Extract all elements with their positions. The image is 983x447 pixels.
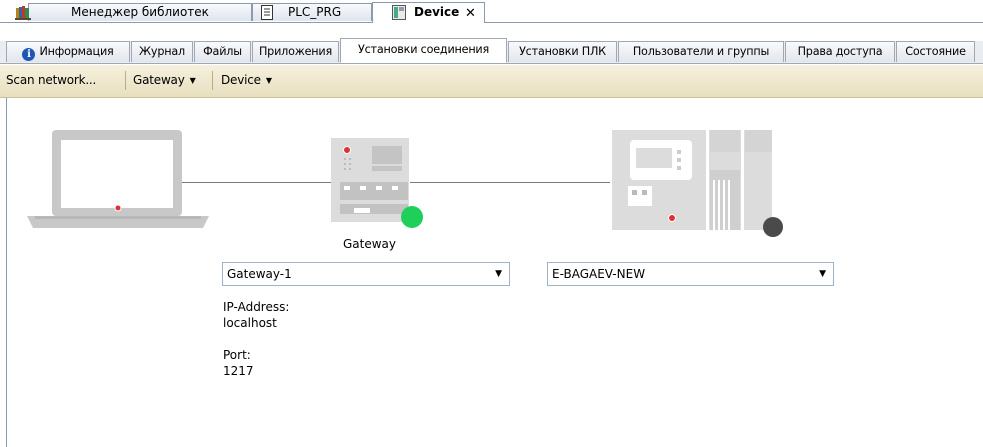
tab-label: Установки соединения: [357, 43, 490, 56]
tab-files[interactable]: Файлы: [194, 41, 251, 62]
tab-label: Состояние: [905, 45, 966, 58]
close-icon[interactable]: ✕: [465, 5, 476, 22]
computer-icon: [27, 130, 209, 228]
device-menu-button[interactable]: Device ▼: [221, 73, 272, 87]
tab-applications[interactable]: Приложения: [252, 41, 339, 62]
doc-tab-plc-prg[interactable]: PLC_PRG: [252, 3, 372, 21]
device-icon: [392, 5, 406, 20]
toolbar-separator: [125, 71, 126, 90]
info-icon: i: [22, 48, 36, 61]
gateway-menu-label: Gateway: [133, 73, 185, 87]
tab-label: Файлы: [203, 45, 242, 58]
tab-log[interactable]: Журнал: [131, 41, 193, 62]
doc-tab-label: PLC_PRG: [288, 5, 342, 19]
tab-plc-settings[interactable]: Установки ПЛК: [508, 41, 617, 62]
gateway-select-value: Gateway-1: [227, 267, 292, 281]
library-icon: [15, 6, 31, 20]
document-icon: [261, 5, 273, 20]
plc-device-icon: [612, 130, 783, 237]
tab-access-rights[interactable]: Права доступа: [785, 41, 895, 62]
doc-tab-label: Менеджер библиотек: [71, 5, 209, 19]
gateway-title: Gateway: [343, 237, 397, 251]
tab-label: Пользователи и группы: [632, 45, 770, 58]
tab-communication-settings[interactable]: Установки соединения: [340, 38, 507, 63]
ip-address-value: localhost: [223, 316, 277, 330]
toolbar: Scan network... Gateway ▼ Device ▼: [0, 65, 983, 98]
chevron-down-icon[interactable]: ▼: [819, 263, 826, 285]
chevron-down-icon[interactable]: ▼: [495, 263, 502, 285]
tab-label: Информация: [39, 45, 114, 58]
doc-tab-label: Device: [414, 5, 460, 19]
port-value: 1217: [223, 364, 254, 378]
tab-users-groups[interactable]: Пользователи и группы: [618, 41, 784, 62]
chevron-down-icon: ▼: [265, 76, 272, 85]
doc-tab-library-manager[interactable]: Менеджер библиотек: [15, 3, 252, 21]
port-label: Port:: [223, 348, 251, 362]
gateway-menu-button[interactable]: Gateway ▼: [133, 73, 196, 87]
device-select-value: E-BAGAEV-NEW: [552, 267, 646, 281]
tab-label: Права доступа: [797, 45, 883, 58]
document-tab-bar: Менеджер библиотек PLC_PRG Device ✕: [0, 0, 983, 23]
tab-information[interactable]: i Информация: [6, 41, 130, 62]
gateway-select[interactable]: Gateway-1 ▼: [222, 262, 510, 286]
settings-tab-bar: i Информация Журнал Файлы Приложения Уста…: [0, 38, 983, 64]
chevron-down-icon: ▼: [189, 76, 196, 85]
communication-settings-panel: Gateway Gateway-1 ▼ E-BAGAEV-NEW ▼ IP-Ad…: [6, 98, 983, 447]
tab-label: Установки ПЛК: [519, 45, 606, 58]
doc-tab-device[interactable]: Device ✕: [372, 2, 485, 23]
toolbar-separator: [212, 71, 213, 90]
device-menu-label: Device: [221, 73, 261, 87]
scan-network-button[interactable]: Scan network...: [6, 73, 96, 87]
gateway-icon: [331, 138, 423, 228]
connection-line-gateway-device: [410, 182, 610, 183]
tab-status[interactable]: Состояние: [896, 41, 975, 62]
device-select[interactable]: E-BAGAEV-NEW ▼: [547, 262, 834, 286]
tab-label: Журнал: [139, 45, 185, 58]
ip-address-label: IP-Address:: [223, 300, 290, 314]
tab-label: Приложения: [258, 45, 333, 58]
